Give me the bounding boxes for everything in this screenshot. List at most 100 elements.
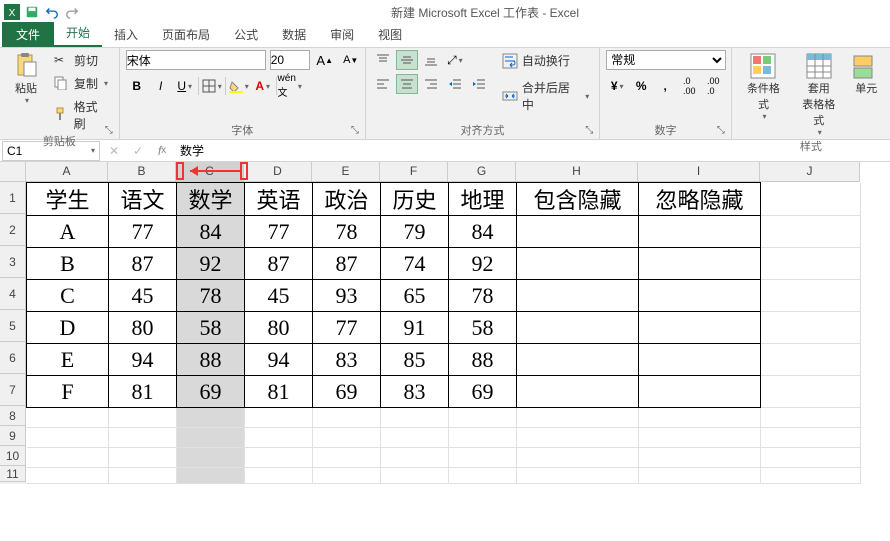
- cell[interactable]: [313, 468, 381, 484]
- cell[interactable]: [27, 408, 109, 428]
- number-dialog-launcher[interactable]: ⤡: [717, 125, 729, 137]
- row-header-3[interactable]: 3: [0, 246, 26, 278]
- cell[interactable]: 45: [109, 280, 177, 312]
- cell[interactable]: E: [27, 344, 109, 376]
- undo-icon[interactable]: [44, 4, 60, 20]
- cell[interactable]: 91: [381, 312, 449, 344]
- cut-button[interactable]: ✂剪切: [50, 50, 113, 71]
- cell[interactable]: 语文: [109, 183, 177, 216]
- cell[interactable]: [517, 216, 639, 248]
- cell[interactable]: [449, 468, 517, 484]
- cell[interactable]: 87: [109, 248, 177, 280]
- cell[interactable]: 65: [381, 280, 449, 312]
- underline-button[interactable]: U▾: [174, 76, 196, 96]
- cell[interactable]: 92: [449, 248, 517, 280]
- column-header-G[interactable]: G: [448, 162, 516, 182]
- save-icon[interactable]: [24, 4, 40, 20]
- enter-formula-icon[interactable]: ✓: [126, 141, 150, 161]
- cell[interactable]: 77: [245, 216, 313, 248]
- cell[interactable]: [761, 344, 861, 376]
- cell[interactable]: [761, 183, 861, 216]
- cell[interactable]: [381, 448, 449, 468]
- cell[interactable]: [109, 468, 177, 484]
- bold-button[interactable]: B: [126, 76, 148, 96]
- row-header-9[interactable]: 9: [0, 426, 26, 446]
- align-left-icon[interactable]: [372, 74, 394, 94]
- cell[interactable]: [639, 428, 761, 448]
- cell[interactable]: 88: [449, 344, 517, 376]
- column-header-F[interactable]: F: [380, 162, 448, 182]
- cell[interactable]: 92: [177, 248, 245, 280]
- cell[interactable]: [313, 448, 381, 468]
- align-right-icon[interactable]: [420, 74, 442, 94]
- cell[interactable]: [517, 376, 639, 408]
- column-header-A[interactable]: A: [26, 162, 108, 182]
- cell[interactable]: 78: [313, 216, 381, 248]
- row-header-8[interactable]: 8: [0, 406, 26, 426]
- cell[interactable]: 88: [177, 344, 245, 376]
- cell[interactable]: 学生: [27, 183, 109, 216]
- column-header-D[interactable]: D: [244, 162, 312, 182]
- row-header-2[interactable]: 2: [0, 214, 26, 246]
- align-top-icon[interactable]: [372, 50, 394, 70]
- cell[interactable]: [517, 448, 639, 468]
- cell[interactable]: [517, 344, 639, 376]
- paste-button[interactable]: 粘贴 ▾: [6, 50, 46, 107]
- grid[interactable]: 学生语文数学英语政治历史地理包含隐藏忽略隐藏A778477787984B8792…: [26, 182, 861, 484]
- fx-icon[interactable]: fx: [150, 141, 174, 161]
- italic-button[interactable]: I: [150, 76, 172, 96]
- cell[interactable]: [381, 428, 449, 448]
- row-header-10[interactable]: 10: [0, 446, 26, 466]
- cell[interactable]: [761, 448, 861, 468]
- cell[interactable]: [761, 216, 861, 248]
- cell[interactable]: 69: [449, 376, 517, 408]
- currency-icon[interactable]: ¥▾: [606, 76, 628, 96]
- number-format-combo[interactable]: 常规: [606, 50, 726, 70]
- cell[interactable]: 69: [313, 376, 381, 408]
- cell[interactable]: 45: [245, 280, 313, 312]
- tab-file[interactable]: 文件: [2, 22, 54, 47]
- cell[interactable]: 政治: [313, 183, 381, 216]
- cell[interactable]: [517, 468, 639, 484]
- column-header-H[interactable]: H: [516, 162, 638, 182]
- cell[interactable]: 58: [177, 312, 245, 344]
- alignment-dialog-launcher[interactable]: ⤡: [585, 125, 597, 137]
- decrease-font-icon[interactable]: A▼: [340, 50, 362, 70]
- cell[interactable]: [639, 216, 761, 248]
- row-header-7[interactable]: 7: [0, 374, 26, 406]
- cell[interactable]: [177, 408, 245, 428]
- column-header-E[interactable]: E: [312, 162, 380, 182]
- cell[interactable]: [109, 408, 177, 428]
- cell[interactable]: 83: [313, 344, 381, 376]
- cell[interactable]: 包含隐藏: [517, 183, 639, 216]
- merge-center-button[interactable]: 合并后居中▾: [498, 77, 593, 115]
- cell[interactable]: 85: [381, 344, 449, 376]
- cell[interactable]: [517, 280, 639, 312]
- font-name-combo[interactable]: [126, 50, 266, 70]
- border-button[interactable]: ▾: [201, 76, 223, 96]
- row-header-11[interactable]: 11: [0, 466, 26, 482]
- cell[interactable]: [761, 312, 861, 344]
- cell[interactable]: [177, 428, 245, 448]
- cell[interactable]: [177, 448, 245, 468]
- cell[interactable]: [381, 468, 449, 484]
- cell[interactable]: 80: [109, 312, 177, 344]
- cell[interactable]: [639, 344, 761, 376]
- align-bottom-icon[interactable]: [420, 50, 442, 70]
- cell[interactable]: 地理: [449, 183, 517, 216]
- tab-page-layout[interactable]: 页面布局: [150, 22, 222, 47]
- cell[interactable]: 87: [313, 248, 381, 280]
- cell[interactable]: [27, 468, 109, 484]
- decrease-indent-icon[interactable]: [444, 74, 466, 94]
- format-painter-button[interactable]: 格式刷: [50, 96, 113, 134]
- tab-home[interactable]: 开始: [54, 20, 102, 47]
- cell[interactable]: 忽略隐藏: [639, 183, 761, 216]
- wrap-text-button[interactable]: 自动换行: [498, 50, 593, 71]
- cell[interactable]: F: [27, 376, 109, 408]
- cell[interactable]: [517, 408, 639, 428]
- cell[interactable]: C: [27, 280, 109, 312]
- row-header-4[interactable]: 4: [0, 278, 26, 310]
- tab-view[interactable]: 视图: [366, 22, 414, 47]
- cell[interactable]: [177, 468, 245, 484]
- cell[interactable]: 78: [449, 280, 517, 312]
